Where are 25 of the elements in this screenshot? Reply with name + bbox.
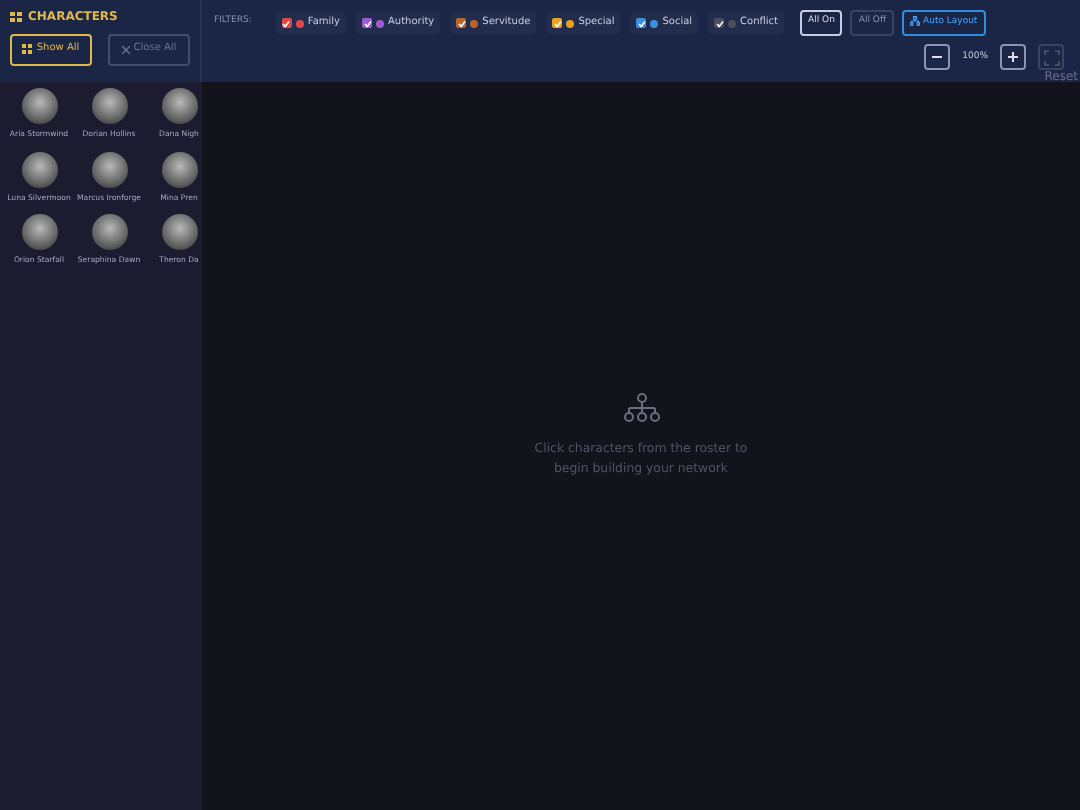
checkbox[interactable] bbox=[281, 18, 292, 29]
checkbox[interactable] bbox=[552, 18, 563, 29]
avatar-placeholder[interactable] bbox=[21, 151, 57, 188]
zoom-out-button[interactable] bbox=[924, 44, 951, 71]
grid-icon bbox=[22, 44, 33, 55]
zoom-in-button[interactable] bbox=[1000, 44, 1026, 71]
network-icon bbox=[621, 392, 661, 425]
plus-icon bbox=[1008, 52, 1018, 63]
avatar-placeholder[interactable] bbox=[161, 214, 197, 251]
close-icon bbox=[121, 45, 130, 54]
avatar-placeholder[interactable] bbox=[91, 214, 127, 251]
minus-icon bbox=[932, 56, 943, 59]
expand-icon bbox=[1043, 49, 1059, 66]
avatar-placeholder[interactable] bbox=[91, 88, 127, 124]
checkbox[interactable] bbox=[456, 18, 467, 29]
grid-icon bbox=[10, 12, 22, 22]
checkbox[interactable] bbox=[714, 18, 725, 29]
hierarchy-icon bbox=[910, 16, 921, 26]
checkbox[interactable] bbox=[636, 18, 647, 29]
avatar-placeholder[interactable] bbox=[161, 151, 197, 188]
avatar-placeholder[interactable] bbox=[91, 151, 127, 188]
avatar-placeholder[interactable] bbox=[21, 88, 57, 124]
avatar-placeholder[interactable] bbox=[21, 214, 57, 251]
avatar-placeholder[interactable] bbox=[161, 88, 197, 124]
checkbox[interactable] bbox=[362, 18, 372, 29]
